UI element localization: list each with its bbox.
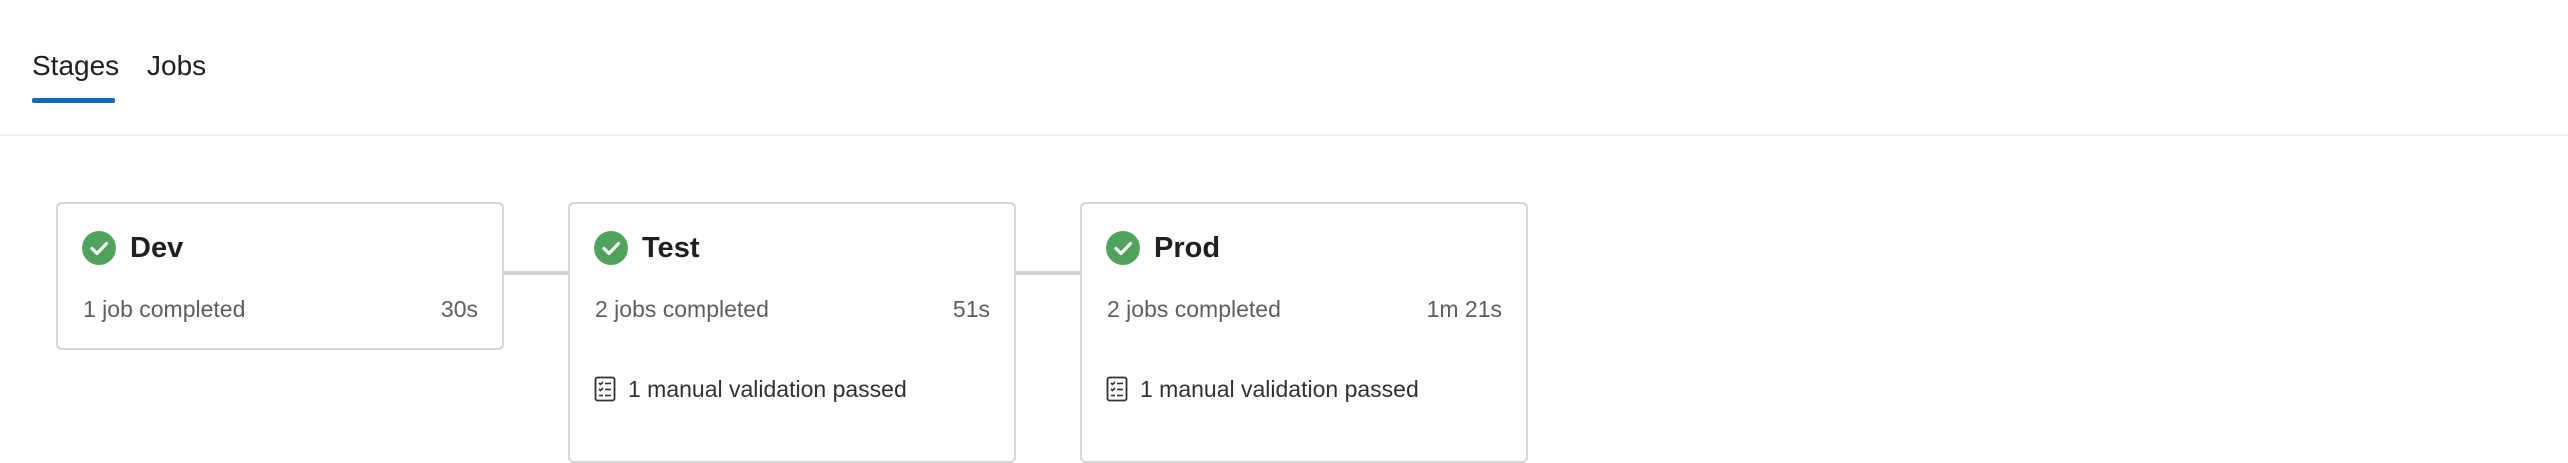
manual-validation-link[interactable]: 1 manual validation passed (1106, 374, 1419, 404)
check-circle-icon (1106, 231, 1140, 265)
tab-stages[interactable]: Stages (32, 48, 119, 84)
checklist-icon (1106, 376, 1128, 402)
stage-duration: 30s (440, 296, 478, 322)
stage-connector (504, 271, 568, 275)
stage-job-summary: 1 job completed (83, 296, 246, 322)
validation-label: 1 manual validation passed (1140, 376, 1419, 402)
check-circle-icon (82, 231, 116, 265)
stage-name: Dev (130, 232, 184, 264)
stage-duration: 1m 21s (1426, 296, 1502, 322)
stage-name: Test (642, 232, 700, 264)
stage-card-dev[interactable]: Dev 1 job completed 30s (56, 202, 504, 350)
validation-label: 1 manual validation passed (628, 376, 907, 402)
manual-validation-link[interactable]: 1 manual validation passed (594, 374, 907, 404)
stage-connector (1016, 271, 1080, 275)
stage-card-prod[interactable]: Prod 2 jobs completed 1m 21s 1 manual va… (1080, 202, 1528, 463)
stage-name: Prod (1154, 232, 1221, 264)
selected-tab-indicator (32, 98, 115, 103)
stage-card-test[interactable]: Test 2 jobs completed 51s 1 manual valid… (568, 202, 1016, 463)
stage-duration: 51s (952, 296, 990, 322)
tab-jobs[interactable]: Jobs (147, 48, 206, 84)
tab-bar: Stages Jobs (0, 0, 2568, 136)
stage-job-summary: 2 jobs completed (1107, 296, 1281, 322)
checklist-icon (594, 376, 616, 402)
check-circle-icon (594, 231, 628, 265)
stage-job-summary: 2 jobs completed (595, 296, 769, 322)
